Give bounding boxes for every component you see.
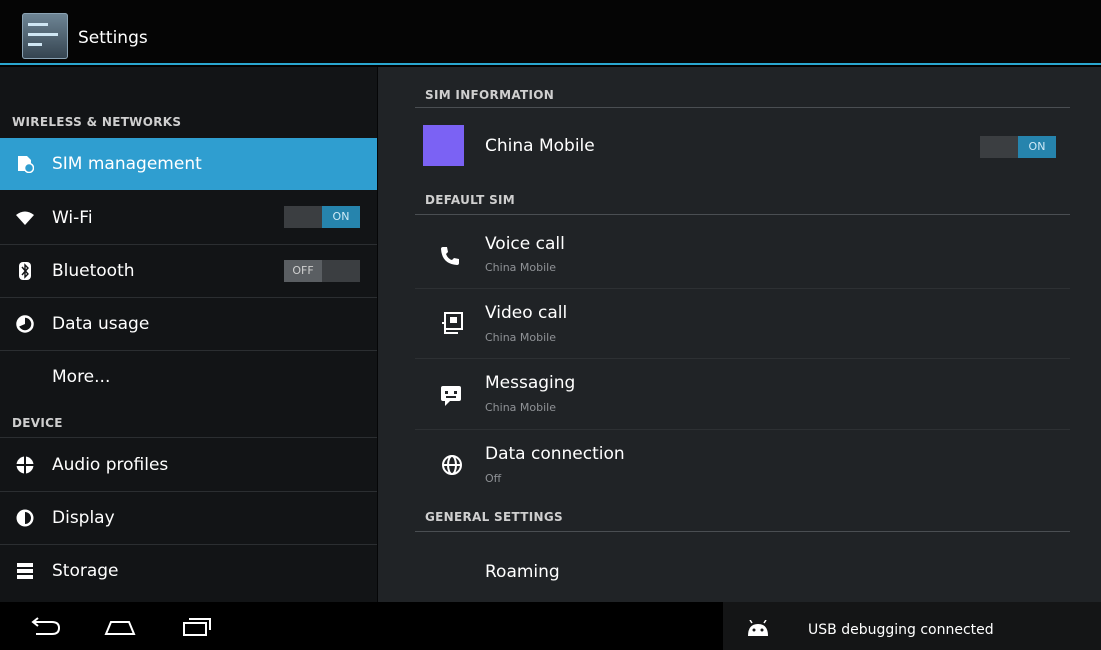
sidebar-item-wifi[interactable]: Wi-Fi ON <box>0 192 377 244</box>
toggle-state: ON <box>1018 136 1056 158</box>
sidebar-item-sim-management[interactable]: SIM management <box>0 138 377 190</box>
sim-color-indicator <box>423 125 464 166</box>
section-header-general-settings: GENERAL SETTINGS <box>425 510 563 524</box>
sidebar-item-more[interactable]: More... <box>0 351 377 403</box>
section-divider <box>415 107 1070 108</box>
phone-icon <box>441 247 459 265</box>
list-divider <box>415 429 1070 430</box>
voice-call-title[interactable]: Voice call <box>485 234 565 254</box>
sidebar-item-label: More... <box>52 367 111 387</box>
display-icon <box>16 509 34 527</box>
sidebar-item-label: Bluetooth <box>52 261 135 281</box>
video-call-subtitle: China Mobile <box>485 331 557 344</box>
section-divider <box>415 531 1070 532</box>
video-call-title[interactable]: Video call <box>485 303 567 323</box>
wifi-toggle[interactable]: ON <box>284 206 360 228</box>
toggle-state: ON <box>322 206 360 228</box>
section-header-default-sim: DEFAULT SIM <box>425 193 516 207</box>
toggle-state: OFF <box>284 260 322 282</box>
action-bar: Settings <box>0 0 1101 65</box>
home-icon[interactable] <box>103 614 137 638</box>
sim-card-icon <box>18 156 34 173</box>
back-icon[interactable] <box>28 614 62 638</box>
action-bar-divider <box>0 63 1101 65</box>
sidebar-item-storage[interactable]: Storage <box>0 545 377 597</box>
wifi-icon <box>16 211 34 225</box>
recent-apps-icon[interactable] <box>180 614 214 638</box>
list-divider <box>415 288 1070 289</box>
data-connection-title[interactable]: Data connection <box>485 444 625 464</box>
section-header-wireless: WIRELESS & NETWORKS <box>12 115 182 129</box>
sidebar-item-display[interactable]: Display <box>0 492 377 544</box>
sidebar-item-label: Storage <box>52 561 119 581</box>
roaming-title[interactable]: Roaming <box>485 562 560 582</box>
audio-profiles-icon <box>16 456 34 474</box>
sidebar-item-label: SIM management <box>52 154 202 174</box>
bluetooth-icon <box>19 262 31 280</box>
sidebar-item-bluetooth[interactable]: Bluetooth OFF <box>0 245 377 297</box>
android-debug-icon <box>748 620 768 636</box>
usb-debugging-status[interactable]: USB debugging connected <box>808 622 994 638</box>
sim-toggle[interactable]: ON <box>980 136 1056 158</box>
data-connection-subtitle: Off <box>485 472 502 485</box>
settings-app-icon[interactable] <box>22 13 68 59</box>
section-header-sim-information: SIM INFORMATION <box>425 88 555 102</box>
sidebar-item-audio-profiles[interactable]: Audio profiles <box>0 439 377 491</box>
list-divider <box>415 358 1070 359</box>
storage-icon <box>17 563 33 579</box>
bluetooth-toggle[interactable]: OFF <box>284 260 360 282</box>
section-header-device: DEVICE <box>12 416 63 430</box>
app-title: Settings <box>78 28 148 48</box>
globe-icon <box>442 455 462 475</box>
data-usage-icon <box>16 315 34 333</box>
section-divider <box>415 214 1070 215</box>
messaging-subtitle: China Mobile <box>485 401 557 414</box>
sidebar-item-label: Audio profiles <box>52 455 169 475</box>
list-divider <box>0 437 377 438</box>
sidebar-item-label: Wi-Fi <box>52 208 93 228</box>
video-call-icon <box>442 312 463 334</box>
sidebar-item-label: Display <box>52 508 115 528</box>
sidebar-item-label: Data usage <box>52 314 150 334</box>
sim-carrier-name[interactable]: China Mobile <box>485 136 595 156</box>
messaging-title[interactable]: Messaging <box>485 373 575 393</box>
messaging-icon <box>441 386 461 406</box>
voice-call-subtitle: China Mobile <box>485 261 557 274</box>
sidebar-item-data-usage[interactable]: Data usage <box>0 298 377 350</box>
